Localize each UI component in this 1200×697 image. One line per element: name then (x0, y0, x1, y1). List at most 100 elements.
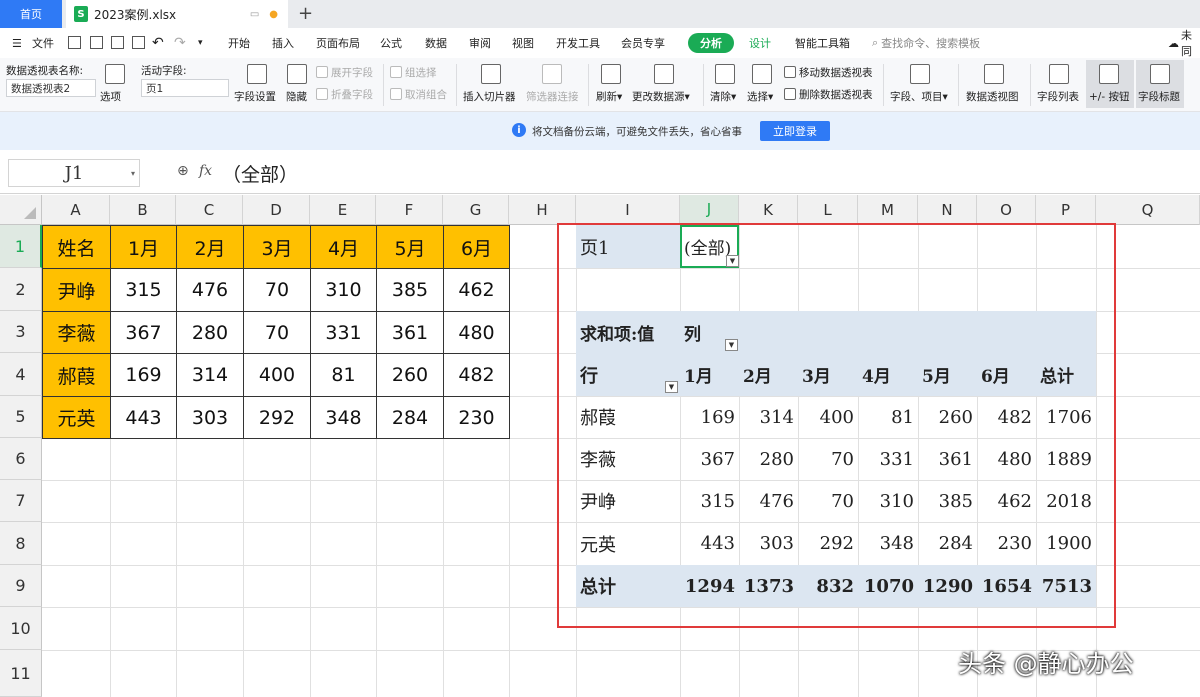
pivot-total-cell[interactable]: 1290 (918, 565, 977, 607)
pivot-value-cell[interactable]: 2018 (1036, 480, 1096, 522)
table-cell[interactable]: 314 (176, 353, 244, 397)
fx-icon[interactable]: fx (199, 163, 212, 179)
pivot-value-cell[interactable]: 81 (858, 396, 918, 438)
col-header-j[interactable]: J (680, 195, 739, 225)
table-cell[interactable]: 169 (110, 353, 177, 397)
pivot-value-cell[interactable]: 476 (739, 480, 798, 522)
expand-field-button[interactable]: 展开字段 (331, 65, 373, 80)
col-header-c[interactable]: C (176, 195, 243, 225)
change-source-button[interactable]: 更改数据源▾ (632, 89, 690, 104)
pivot-value-cell[interactable]: 1889 (1036, 438, 1096, 480)
pivot-value-cell[interactable]: 480 (977, 438, 1036, 480)
undo-icon[interactable]: ↶ (152, 28, 164, 58)
table-cell[interactable]: 400 (243, 353, 311, 397)
pivot-chart-button[interactable]: 数据透视图 (966, 89, 1019, 104)
pivot-value-cell[interactable]: 315 (680, 480, 739, 522)
col-header-n[interactable]: N (918, 195, 977, 225)
col-header-k[interactable]: K (739, 195, 798, 225)
refresh-button[interactable]: 刷新▾ (596, 89, 622, 104)
col-header-b[interactable]: B (110, 195, 176, 225)
col-header-i[interactable]: I (576, 195, 680, 225)
select-all-corner[interactable] (0, 195, 42, 225)
ungroup-button[interactable]: 取消组合 (405, 87, 447, 102)
field-settings-button[interactable]: 字段设置 (234, 89, 276, 104)
plus-minus-button[interactable]: +/- 按钮 (1089, 89, 1129, 104)
pivot-row-label[interactable]: 郝葭 (580, 396, 680, 438)
menu-page-layout[interactable]: 页面布局 (316, 28, 360, 58)
options-button[interactable]: 选项 (100, 89, 121, 104)
pivot-value-cell[interactable]: 367 (680, 438, 739, 480)
print-preview-icon[interactable] (132, 36, 145, 49)
tab-home[interactable]: 首页 (0, 0, 62, 28)
row-header-10[interactable]: 10 (0, 607, 42, 650)
pivot-value-cell[interactable]: 284 (918, 522, 977, 565)
table-cell[interactable]: 303 (176, 396, 244, 439)
table-cell[interactable]: 81 (310, 353, 377, 397)
name-box[interactable]: J1 ▾ (8, 159, 140, 187)
row-header-2[interactable]: 2 (0, 268, 42, 311)
new-tab-icon[interactable]: + (298, 3, 313, 24)
fields-items-button[interactable]: 字段、项目▾ (890, 89, 948, 104)
pivot-total-cell[interactable]: 7513 (1036, 565, 1096, 607)
pivot-name-input[interactable]: 数据透视表2 (6, 79, 96, 97)
export-icon[interactable] (90, 36, 103, 49)
filter-connections-button[interactable]: 筛选器连接 (526, 89, 579, 104)
page-filter-dropdown-icon[interactable]: ▼ (726, 255, 739, 267)
menu-file[interactable]: 文件 (32, 28, 54, 58)
pivot-total-cell[interactable]: 1294 (680, 565, 739, 607)
menu-insert[interactable]: 插入 (272, 28, 294, 58)
active-field-input[interactable]: 页1 (141, 79, 229, 97)
command-search[interactable]: ⌕ 查找命令、搜索模板 (872, 28, 980, 58)
col-header-m[interactable]: M (858, 195, 918, 225)
pivot-value-cell[interactable]: 1900 (1036, 522, 1096, 565)
table-header-cell[interactable]: 6月 (443, 225, 510, 269)
formula-input[interactable]: （全部） (222, 160, 298, 187)
table-cell[interactable]: 331 (310, 311, 377, 354)
table-cell[interactable]: 385 (376, 268, 444, 312)
print-icon[interactable] (111, 36, 124, 49)
save-icon[interactable] (68, 36, 81, 49)
table-cell[interactable]: 476 (176, 268, 244, 312)
table-cell[interactable]: 462 (443, 268, 510, 312)
table-header-cell[interactable]: 1月 (110, 225, 177, 269)
table-cell[interactable]: 443 (110, 396, 177, 439)
col-header-f[interactable]: F (376, 195, 443, 225)
pivot-value-cell[interactable]: 70 (798, 438, 858, 480)
pivot-row-label[interactable]: 尹峥 (580, 480, 680, 522)
pivot-value-cell[interactable]: 361 (918, 438, 977, 480)
row-header-8[interactable]: 8 (0, 522, 42, 565)
hide-button[interactable]: 隐藏 (286, 89, 307, 104)
row-header-1[interactable]: 1 (0, 225, 42, 268)
pivot-value-cell[interactable]: 230 (977, 522, 1036, 565)
row-name-cell[interactable]: 郝葭 (42, 353, 111, 397)
pivot-value-cell[interactable]: 314 (739, 396, 798, 438)
pivot-value-cell[interactable]: 443 (680, 522, 739, 565)
col-header-a[interactable]: A (42, 195, 110, 225)
pivot-value-cell[interactable]: 462 (977, 480, 1036, 522)
column-filter-dropdown-icon[interactable]: ▼ (725, 339, 738, 351)
pivot-total-cell[interactable]: 1654 (977, 565, 1036, 607)
zoom-icon[interactable]: ⊕ (177, 163, 189, 179)
name-box-dropdown-icon[interactable]: ▾ (131, 169, 135, 178)
row-header-4[interactable]: 4 (0, 353, 42, 396)
field-list-button[interactable]: 字段列表 (1037, 89, 1079, 104)
col-header-g[interactable]: G (443, 195, 509, 225)
login-button[interactable]: 立即登录 (760, 121, 830, 141)
pivot-value-cell[interactable]: 292 (798, 522, 858, 565)
clear-button[interactable]: 清除▾ (710, 89, 736, 104)
menu-developer[interactable]: 开发工具 (556, 28, 600, 58)
pivot-row-label[interactable]: 李薇 (580, 438, 680, 480)
row-header-7[interactable]: 7 (0, 480, 42, 522)
row-header-3[interactable]: 3 (0, 311, 42, 353)
menu-data[interactable]: 数据 (425, 28, 447, 58)
pivot-total-cell[interactable]: 1070 (858, 565, 918, 607)
menu-view[interactable]: 视图 (512, 28, 534, 58)
table-header-cell[interactable]: 3月 (243, 225, 311, 269)
monitor-icon[interactable]: ▭ (250, 9, 259, 20)
row-name-cell[interactable]: 尹峥 (42, 268, 111, 312)
table-cell[interactable]: 284 (376, 396, 444, 439)
pivot-total-cell[interactable]: 832 (798, 565, 858, 607)
menu-review[interactable]: 审阅 (469, 28, 491, 58)
collapse-field-button[interactable]: 折叠字段 (331, 87, 373, 102)
pivot-value-cell[interactable]: 303 (739, 522, 798, 565)
